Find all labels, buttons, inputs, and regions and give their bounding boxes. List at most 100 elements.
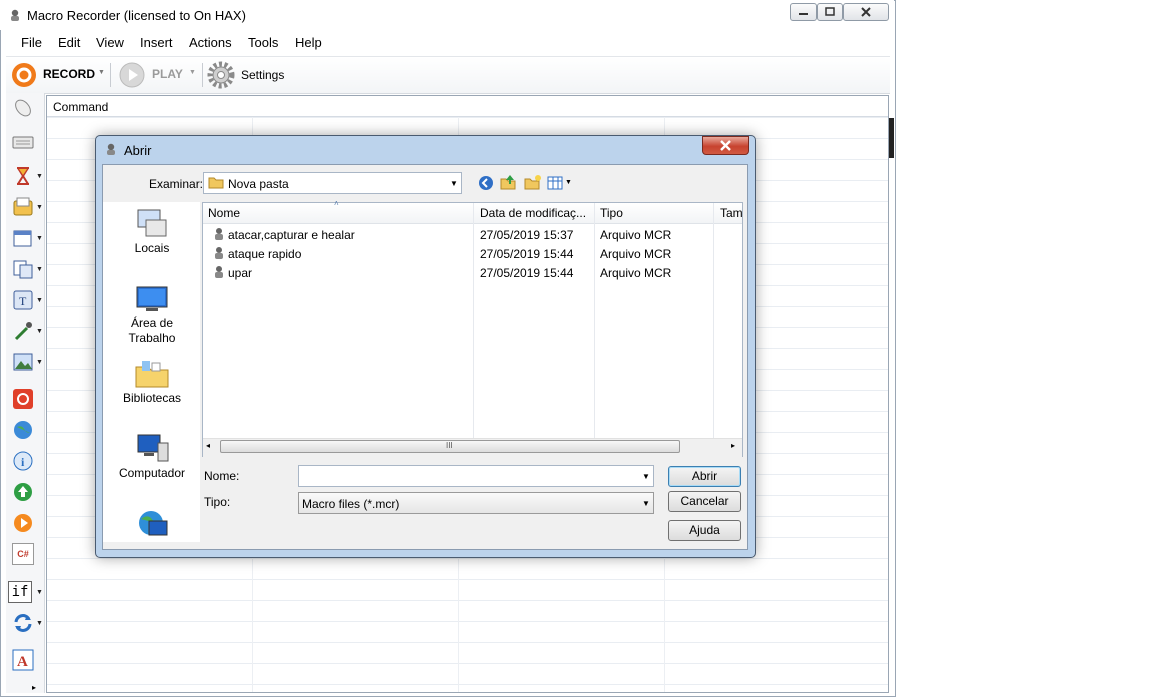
csharp-icon[interactable]: C# [12,543,34,565]
file-type-label: Tipo: [204,495,231,509]
dialog-title: Abrir [124,143,152,158]
file-name-input[interactable] [298,465,654,487]
stop-icon[interactable] [12,388,34,410]
libraries-icon [135,361,169,388]
chevron-down-icon[interactable]: ▼ [642,499,650,508]
table-row[interactable]: ataque rapido 27/05/2019 15:44 Arquivo M… [211,246,741,265]
open-button[interactable]: Abrir [668,466,741,487]
dropdown-arrow-icon[interactable]: ▼ [36,589,43,596]
menu-file[interactable]: File [21,35,42,50]
hourglass-icon[interactable] [12,165,34,187]
view-menu-icon[interactable] [547,176,563,190]
dropdown-arrow-icon[interactable]: ▼ [36,173,43,180]
svg-text:T: T [19,294,27,308]
window-icon[interactable] [12,227,34,249]
scroll-left-icon[interactable]: ◂ [206,441,210,450]
column-size[interactable]: Tam [720,206,742,220]
back-icon[interactable] [478,175,494,191]
folder-icon [208,177,224,189]
dropdown-arrow-icon[interactable]: ▼ [36,266,43,273]
computer-icon [137,434,169,462]
play-label: PLAY [152,67,183,81]
macro-file-icon [215,266,223,278]
app-icon [11,9,19,21]
column-command[interactable]: Command [53,100,108,114]
file-type-value: Macro files (*.mcr) [302,497,400,511]
new-folder-icon[interactable] [524,174,542,190]
copy-icon[interactable] [12,258,34,280]
if-icon[interactable]: if [8,581,32,603]
mouse-icon[interactable] [12,97,34,119]
place-label: Computador [118,466,186,480]
loop-icon[interactable] [12,612,34,634]
info-icon[interactable]: i [12,450,34,472]
web-icon[interactable] [12,419,34,441]
file-name: ataque rapido [228,247,302,261]
column-date[interactable]: Data de modificaç... [480,206,586,220]
look-in-label: Examinar: [149,177,204,191]
close-icon [720,140,731,151]
chevron-down-icon[interactable]: ▼ [642,472,650,481]
play-button[interactable]: PLAY [119,62,199,88]
cancel-button[interactable]: Cancelar [668,491,741,512]
menu-view[interactable]: View [96,35,124,50]
view-dropdown-icon[interactable]: ▼ [565,179,572,186]
menu-help[interactable]: Help [295,35,322,50]
dropdown-arrow-icon[interactable]: ▼ [36,297,43,304]
chevron-down-icon[interactable]: ▼ [450,179,458,188]
close-button[interactable] [843,3,889,21]
record-dropdown-icon[interactable]: ▼ [98,69,105,76]
file-type: Arquivo MCR [600,266,672,280]
text-icon[interactable]: T [12,289,34,311]
font-icon[interactable]: A [12,649,34,671]
play-dropdown-icon[interactable]: ▼ [189,69,196,76]
scroll-grip: III [446,441,453,450]
toolbar: RECORD ▼ PLAY ▼ Settings [6,56,890,94]
expand-arrow-icon[interactable]: ▸ [32,683,36,692]
dropdown-arrow-icon[interactable]: ▼ [36,235,43,242]
upload-icon[interactable] [12,481,34,503]
look-in-value: Nova pasta [228,177,289,191]
menu-tools[interactable]: Tools [248,35,278,50]
dropdown-arrow-icon[interactable]: ▼ [36,359,43,366]
file-date: 27/05/2019 15:37 [480,228,574,242]
scroll-right-icon[interactable]: ▸ [731,441,735,450]
keyboard-icon[interactable] [12,131,34,153]
grid-header [47,96,888,117]
dropdown-arrow-icon[interactable]: ▼ [36,328,43,335]
play-circle-icon[interactable] [12,512,34,534]
clipboard-icon[interactable] [12,196,34,218]
column-type[interactable]: Tipo [600,206,623,220]
menu-actions[interactable]: Actions [189,35,232,50]
restore-button[interactable] [817,3,843,21]
pipette-icon[interactable] [12,320,34,342]
place-desktop[interactable]: Área de Trabalho [104,282,200,348]
image-icon[interactable] [12,351,34,373]
column-name[interactable]: Nome [208,206,240,220]
help-button[interactable]: Ajuda [668,520,741,541]
dropdown-arrow-icon[interactable]: ▼ [36,204,43,211]
dropdown-arrow-icon[interactable]: ▼ [36,620,43,627]
gear-icon [207,61,235,89]
play-icon [119,62,145,88]
place-computer[interactable]: Computador [104,432,200,484]
menu-insert[interactable]: Insert [140,35,173,50]
place-libraries[interactable]: Bibliotecas [104,357,200,409]
record-button[interactable]: RECORD [11,62,103,88]
place-locais[interactable]: Locais [104,203,200,263]
macro-file-icon [215,247,223,259]
toolbar-separator [110,63,111,87]
menu-edit[interactable]: Edit [58,35,80,50]
recent-places-icon [137,209,167,237]
network-icon[interactable] [135,507,169,539]
dialog-app-icon [107,143,115,155]
minimize-button[interactable] [790,3,817,21]
table-row[interactable]: upar 27/05/2019 15:44 Arquivo MCR [211,265,741,284]
settings-button[interactable]: Settings [206,60,288,90]
table-row[interactable]: atacar,capturar e healar 27/05/2019 15:3… [211,227,741,246]
file-name: upar [228,266,253,280]
dialog-close-button[interactable] [702,136,749,155]
window-title: Macro Recorder (licensed to On HAX) [27,8,246,23]
up-folder-icon[interactable] [500,174,516,190]
menu-bar: File Edit View Insert Actions Tools Help [6,32,890,54]
